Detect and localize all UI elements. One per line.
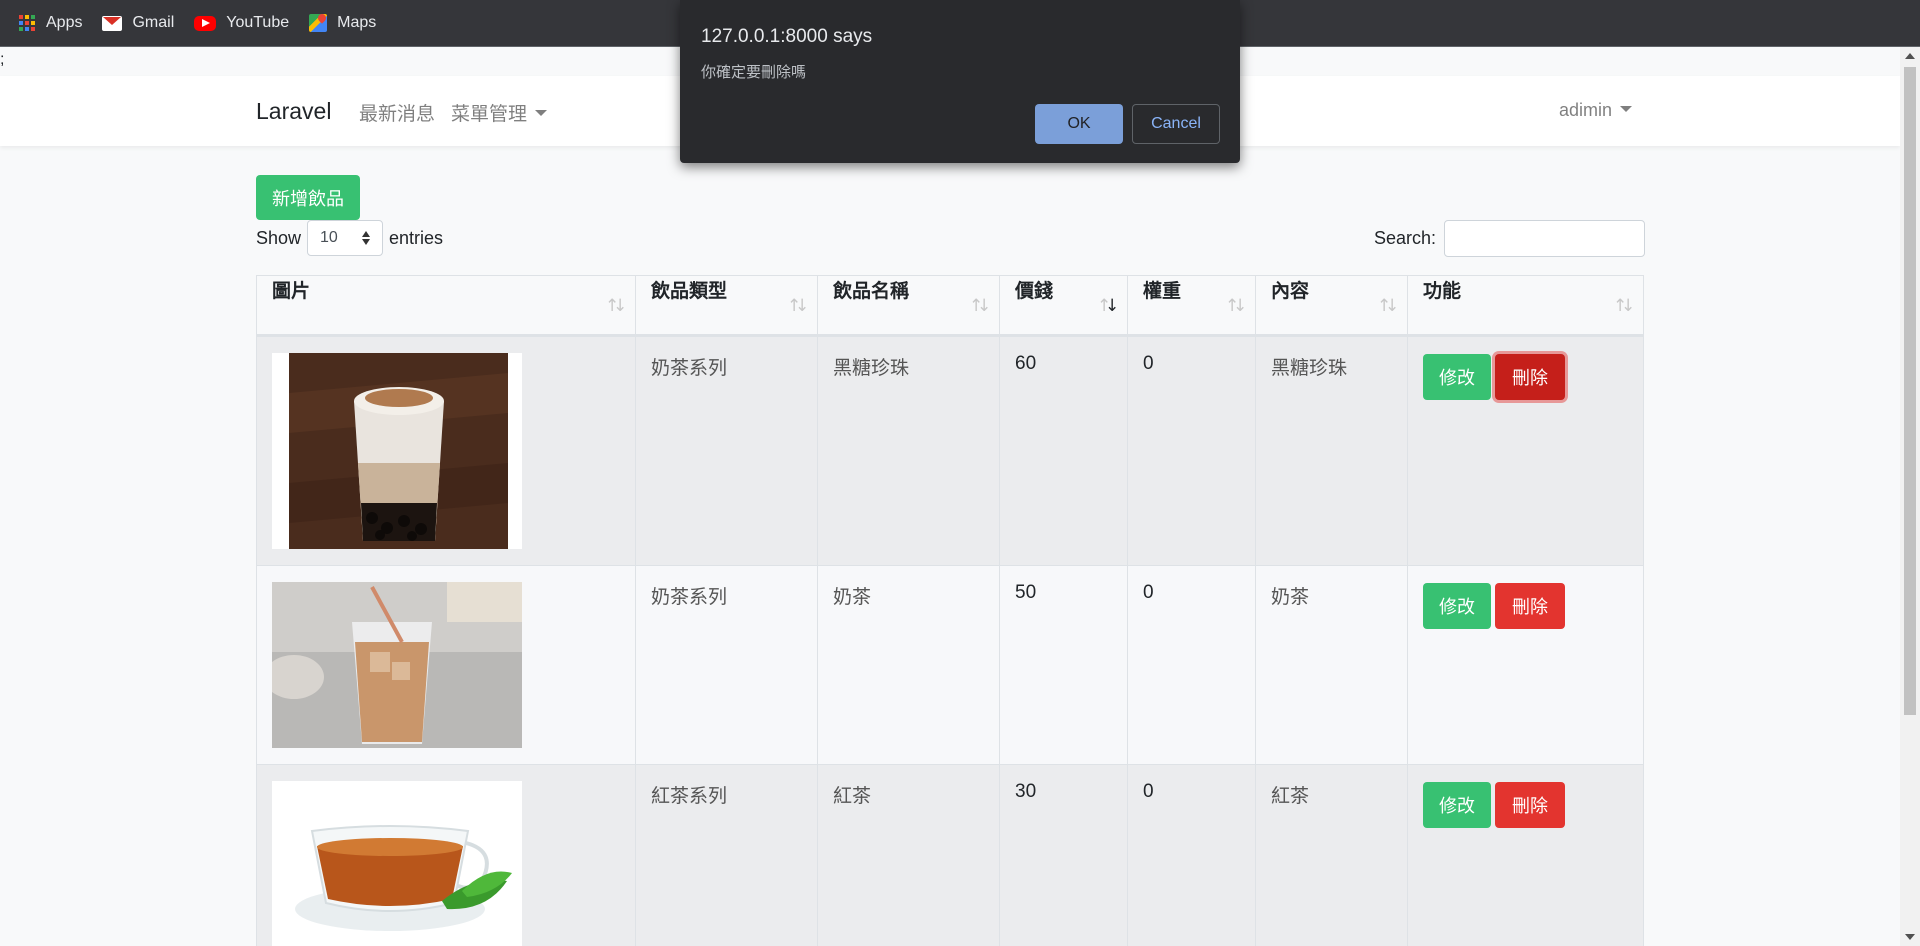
page-artifact-text: ; [0,51,5,68]
drinks-table: 圖片 ↑ ↓ 飲品類型 ↑ ↓ 飲品名稱 ↑ ↓ 價錢 ↑ ↓ 權重 ↑ ↓ 內容 ↑ ↓ 功能 ↑ ↓ [256,275,1644,946]
actions-cell: 修改 刪除 [1407,565,1644,765]
table-header-row: 圖片 ↑ ↓ 飲品類型 ↑ ↓ 飲品名稱 ↑ ↓ 價錢 ↑ ↓ 權重 ↑ ↓ 內容 ↑ ↓ 功能 ↑ ↓ [256,275,1644,337]
name-cell: 紅茶 [817,764,1000,946]
black-tea-cup-photo [272,781,522,946]
col-header-label: 價錢 [1015,280,1054,302]
search-input[interactable] [1444,220,1646,257]
bookmark-apps[interactable]: Apps [18,14,82,32]
col-header-label: 圖片 [272,280,311,302]
weight-cell: 0 [1127,335,1256,566]
nav-news[interactable]: 最新消息 [359,99,435,126]
add-drink-button[interactable]: 新增飲品 [256,175,360,220]
show-label: Show [256,227,302,248]
col-header-label: 飲品名稱 [833,280,910,302]
nav-menu-management[interactable]: 菜單管理 [451,99,548,126]
dialog-ok-button[interactable]: OK [1035,104,1123,144]
name-cell: 黑糖珍珠 [817,335,1000,566]
col-header-type[interactable]: 飲品類型 ↑ ↓ [635,275,818,337]
col-header-image[interactable]: 圖片 ↑ ↓ [256,275,636,337]
brown-sugar-bubble-tea-photo [272,353,522,549]
apps-icon [18,14,36,32]
actions-cell: 修改 刪除 [1407,335,1644,566]
price-cell: 30 [999,764,1128,946]
sort-icon: ↑ ↓ [787,296,810,316]
scrollbar-thumb[interactable] [1904,67,1916,715]
weight-cell: 0 [1127,764,1256,946]
youtube-icon [194,15,217,31]
bookmark-label: Apps [46,14,83,31]
entries-label: entries [389,227,444,248]
table-row: 奶茶系列 奶茶 50 0 奶茶 修改 刪除 [256,565,1644,765]
dialog-message: 你確定要刪除嗎 [701,63,807,81]
image-cell [256,764,636,946]
sort-icon: ↑ ↓ [1225,296,1248,316]
dialog-cancel-button[interactable]: Cancel [1132,104,1220,144]
chevron-down-icon [535,110,548,116]
content-cell: 奶茶 [1255,565,1408,765]
content-cell: 黑糖珍珠 [1255,335,1408,566]
sort-icon: ↑ ↓ [1613,296,1636,316]
col-header-actions[interactable]: 功能 ↑ ↓ [1407,275,1644,337]
name-cell: 奶茶 [817,565,1000,765]
image-cell [256,565,636,765]
delete-button[interactable]: 刪除 [1495,782,1565,828]
table-row: 奶茶系列 黑糖珍珠 60 0 黑糖珍珠 修改 刪除 [256,335,1644,566]
actions-cell: 修改 刪除 [1407,764,1644,946]
milk-tea-photo [272,582,522,748]
col-header-label: 內容 [1271,280,1310,302]
user-name: adimin [1559,100,1613,120]
table-search: Search: [1374,220,1646,257]
col-header-name[interactable]: 飲品名稱 ↑ ↓ [817,275,1000,337]
confirm-dialog: 127.0.0.1:8000 says 你確定要刪除嗎 OK Cancel [680,0,1240,163]
page-length-value: 10 [320,229,338,246]
sort-desc-icon: ↑ ↓ [1097,296,1120,316]
chevron-down-icon [1620,106,1633,113]
maps-icon [309,14,328,32]
content-cell: 紅茶 [1255,764,1408,946]
length-control: Show 10 entries [256,220,443,256]
navbar-brand[interactable]: Laravel [256,98,331,125]
type-cell: 奶茶系列 [635,565,818,765]
page-scrollbar[interactable] [1900,47,1920,946]
table-row: 紅茶系列 紅茶 30 0 紅茶 修改 刪除 [256,764,1644,946]
col-header-weight[interactable]: 權重 ↑ ↓ [1127,275,1256,337]
sort-icon: ↑ ↓ [969,296,992,316]
delete-button[interactable]: 刪除 [1495,583,1565,629]
col-header-price[interactable]: 價錢 ↑ ↓ [999,275,1128,337]
bookmark-gmail[interactable]: Gmail [102,14,174,32]
scroll-up-icon[interactable] [1905,53,1915,59]
select-arrows-icon [362,231,371,245]
col-header-content[interactable]: 內容 ↑ ↓ [1255,275,1408,337]
bookmark-label: YouTube [226,14,290,31]
gmail-icon [102,15,123,31]
scroll-down-icon[interactable] [1905,934,1915,940]
search-label: Search: [1374,228,1437,248]
col-header-label: 權重 [1143,280,1182,302]
dialog-title: 127.0.0.1:8000 says [701,26,873,47]
weight-cell: 0 [1127,565,1256,765]
nav-menu-label: 菜單管理 [451,103,528,125]
col-header-label: 功能 [1423,280,1462,302]
col-header-label: 飲品類型 [651,280,728,302]
edit-button[interactable]: 修改 [1423,782,1491,828]
user-dropdown[interactable]: adimin [1559,100,1633,121]
sort-icon: ↑ ↓ [605,296,628,316]
type-cell: 奶茶系列 [635,335,818,566]
page-length-select[interactable]: 10 [307,220,384,256]
bookmark-youtube[interactable]: YouTube [194,14,289,32]
bookmark-label: Gmail [132,14,175,31]
edit-button[interactable]: 修改 [1423,583,1491,629]
price-cell: 60 [999,335,1128,566]
bookmark-label: Maps [337,14,377,31]
edit-button[interactable]: 修改 [1423,354,1491,400]
delete-button[interactable]: 刪除 [1495,354,1565,400]
sort-icon: ↑ ↓ [1377,296,1400,316]
type-cell: 紅茶系列 [635,764,818,946]
price-cell: 50 [999,565,1128,765]
image-cell [256,335,636,566]
bookmark-maps[interactable]: Maps [309,14,376,32]
